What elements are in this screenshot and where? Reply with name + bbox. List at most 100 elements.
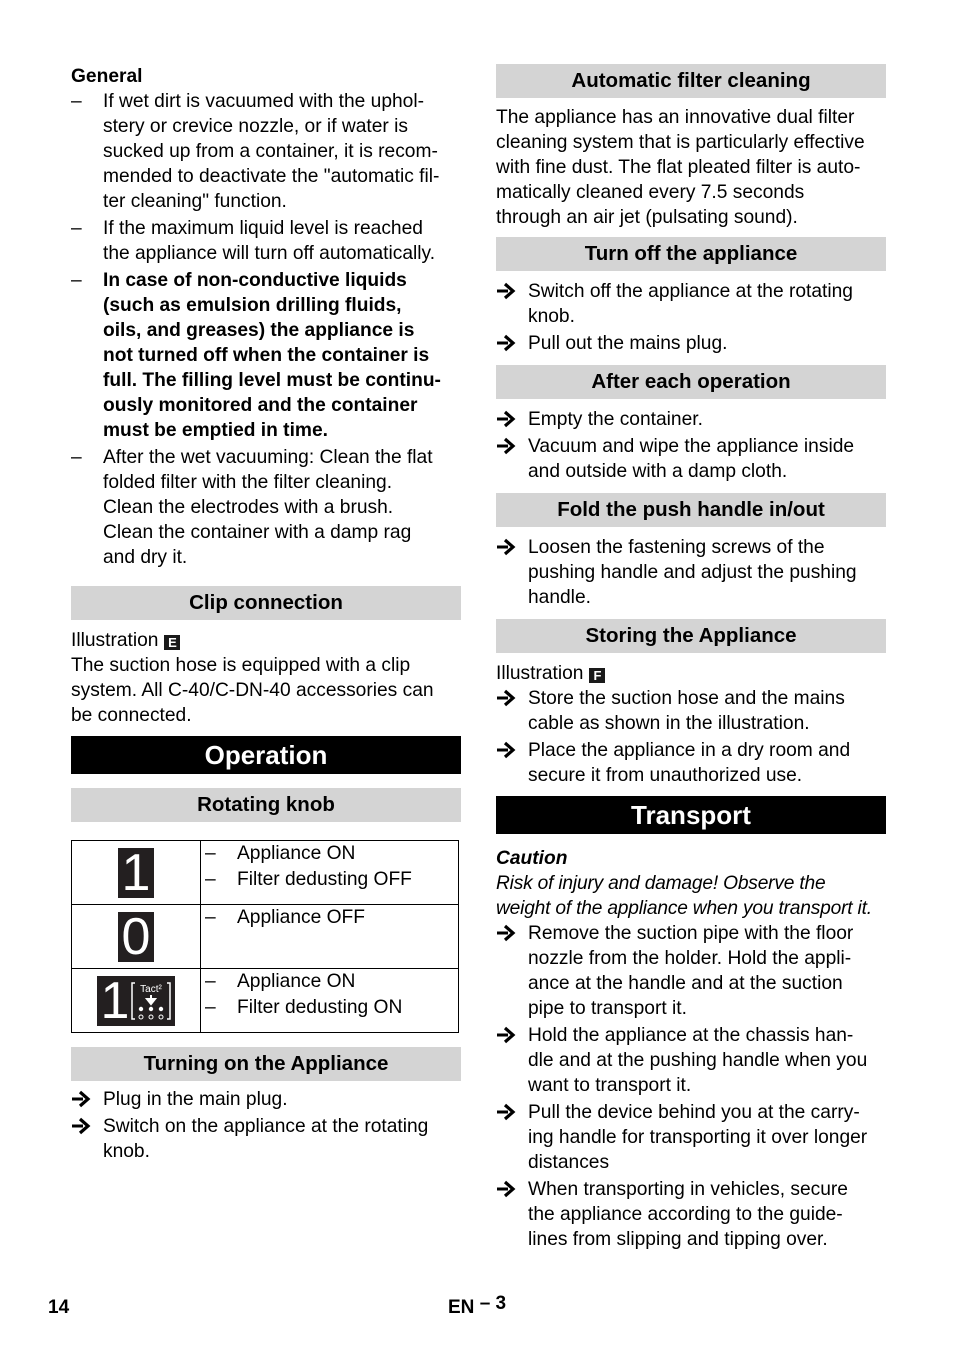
auto-filter-heading: Automatic filter cleaning — [496, 64, 886, 98]
list-item: – If wet dirt is vacuumed with the uphol-… — [71, 89, 461, 214]
text-line: Vacuum and wipe the appliance inside — [528, 436, 855, 457]
text-line: ance at the handle and at the suction — [528, 973, 843, 994]
knob-row: 0 – Appliance OFF — [71, 904, 459, 969]
arrow-right-icon — [496, 334, 516, 352]
list-item: – Filter dedusting OFF — [205, 867, 458, 893]
text-line: weight of the appliance when you transpo… — [496, 898, 872, 919]
fold-handle-heading: Fold the push handle in/out — [496, 493, 886, 527]
left-column: General – If wet dirt is vacuumed with th… — [71, 64, 461, 1166]
text-line: Appliance ON — [237, 843, 356, 864]
right-column: Automatic filter cleaning The appliance … — [496, 64, 886, 1254]
turn-off-list: Switch off the appliance at the rotating… — [496, 279, 886, 356]
text-line: (such as emulsion drilling fluids, — [103, 295, 402, 316]
list-item: Empty the container. — [496, 407, 886, 432]
footer-lang: EN — [448, 1297, 475, 1318]
list-item: – After the wet vacuuming: Clean the flat… — [71, 445, 461, 570]
knob-row: 1 – Appliance ON – Filter dedusting OFF — [71, 840, 459, 905]
text-line: system. All C-40/C-DN-40 accessories can — [71, 680, 434, 701]
text-line: handle. — [528, 587, 591, 608]
dash-bullet-icon: – — [205, 843, 216, 864]
text-line: Plug in the main plug. — [103, 1089, 288, 1110]
dash-bullet-icon: – — [205, 869, 216, 890]
text-line: Store the suction hose and the mains — [528, 688, 845, 709]
list-item: – Appliance ON — [205, 841, 458, 867]
text-line: knob. — [528, 306, 575, 327]
text-line: stery or crevice nozzle, or if water is — [103, 116, 408, 137]
arrow-right-icon — [496, 282, 516, 300]
list-item: Switch on the appliance at the rotating k… — [71, 1114, 461, 1164]
knob-row-items: – Appliance OFF — [205, 905, 458, 931]
list-item: Switch off the appliance at the rotating… — [496, 279, 886, 329]
text-line: In case of non-conductive liquids — [103, 270, 407, 291]
clip-text: The suction hose is equipped with a clip… — [71, 653, 461, 728]
dash-bullet-icon: – — [205, 907, 216, 928]
turning-on-heading: Turning on the Appliance — [71, 1047, 461, 1081]
storing-illustration-ref: Illustration F — [496, 661, 886, 686]
dash-bullet-icon: – — [205, 997, 216, 1018]
text-line: pipe to transport it. — [528, 998, 687, 1019]
general-heading: General — [71, 66, 143, 87]
knob-position-0-icon: 0 — [117, 911, 155, 963]
arrow-right-icon — [496, 410, 516, 428]
caution-text: Risk of injury and damage! Observe the we… — [496, 871, 886, 921]
list-item: – Appliance OFF — [205, 905, 458, 931]
storing-list: Store the suction hose and the mains cabl… — [496, 686, 886, 788]
footer-section: EN – 3 — [448, 1293, 506, 1319]
transport-list: Remove the suction pipe with the floor no… — [496, 921, 886, 1252]
text-line: through an air jet (pulsating sound). — [496, 207, 798, 228]
page-number: 14 — [48, 1297, 70, 1318]
dash-bullet-icon: – — [71, 270, 82, 291]
list-item: When transporting in vehicles, secure the… — [496, 1177, 886, 1252]
rotating-knob-table: 1 – Appliance ON – Filter dedusting OFF 0 –… — [71, 840, 459, 1033]
text-line: ter cleaning" function. — [103, 191, 287, 212]
after-operation-heading: After each operation — [496, 365, 886, 399]
general-list: – If wet dirt is vacuumed with the uphol-… — [71, 89, 461, 570]
list-item: Plug in the main plug. — [71, 1087, 461, 1112]
text-line: Clean the electrodes with a brush. — [103, 497, 394, 518]
text-line: with fine dust. The flat pleated filter … — [496, 157, 861, 178]
text-line: sucked up from a container, it is recom- — [103, 141, 438, 162]
dash-bullet-icon: – — [205, 971, 216, 992]
text-line: and outside with a damp cloth. — [528, 461, 788, 482]
text-line: lines from slipping and tipping over. — [528, 1229, 828, 1250]
knob-symbol-cell: 0 — [71, 904, 201, 969]
text-line: Clean the container with a damp rag — [103, 522, 412, 543]
text-line: Filter dedusting ON — [237, 997, 403, 1018]
text-line: oils, and greases) the appliance is — [103, 320, 415, 341]
text-line: not turned off when the container is — [103, 345, 430, 366]
list-item: Vacuum and wipe the appliance inside and … — [496, 434, 886, 484]
text-line: When transporting in vehicles, secure — [528, 1179, 848, 1200]
text-line: cleaning system that is particularly eff… — [496, 132, 865, 153]
arrow-right-icon — [71, 1117, 91, 1135]
text-line: matically cleaned every 7.5 seconds — [496, 182, 805, 203]
knob-position-1-tact-icon: 1 Tact² — [96, 975, 176, 1027]
tact-filter-icon: Tact² — [131, 981, 172, 1020]
arrow-right-icon — [496, 437, 516, 455]
fold-handle-list: Loosen the fastening screws of the pushin… — [496, 535, 886, 610]
operation-heading: Operation — [71, 736, 461, 774]
knob-symbol-cell: 1 — [71, 840, 201, 905]
text-line: ing handle for transporting it over long… — [528, 1127, 868, 1148]
text-line: Switch on the appliance at the rotating — [103, 1116, 429, 1137]
turn-off-heading: Turn off the appliance — [496, 237, 886, 271]
knob-position-1-icon: 1 — [117, 847, 155, 899]
arrow-right-icon — [496, 1103, 516, 1121]
text-line: want to transport it. — [528, 1075, 692, 1096]
dash-bullet-icon: – — [71, 447, 82, 468]
after-operation-list: Empty the container. Vacuum and wipe the … — [496, 407, 886, 484]
text-line: If the maximum liquid level is reached — [103, 218, 423, 239]
text-line: must be emptied in time. — [103, 420, 328, 441]
text-line: nozzle from the holder. Hold the appli- — [528, 948, 852, 969]
list-item: – Appliance ON — [205, 969, 458, 995]
list-item: Loosen the fastening screws of the pushin… — [496, 535, 886, 610]
text-line: folded filter with the filter cleaning. — [103, 472, 393, 493]
list-item: – In case of non-conductive liquids (such … — [71, 268, 461, 443]
caution-label: Caution — [496, 848, 568, 869]
list-item: – Filter dedusting ON — [205, 995, 458, 1021]
text-line: Hold the appliance at the chassis han- — [528, 1025, 854, 1046]
text-line: be connected. — [71, 705, 192, 726]
text-line: distances — [528, 1152, 610, 1173]
arrow-right-icon — [496, 741, 516, 759]
text-line: cable as shown in the illustration. — [528, 713, 810, 734]
text-line: Risk of injury and damage! Observe the — [496, 873, 826, 894]
